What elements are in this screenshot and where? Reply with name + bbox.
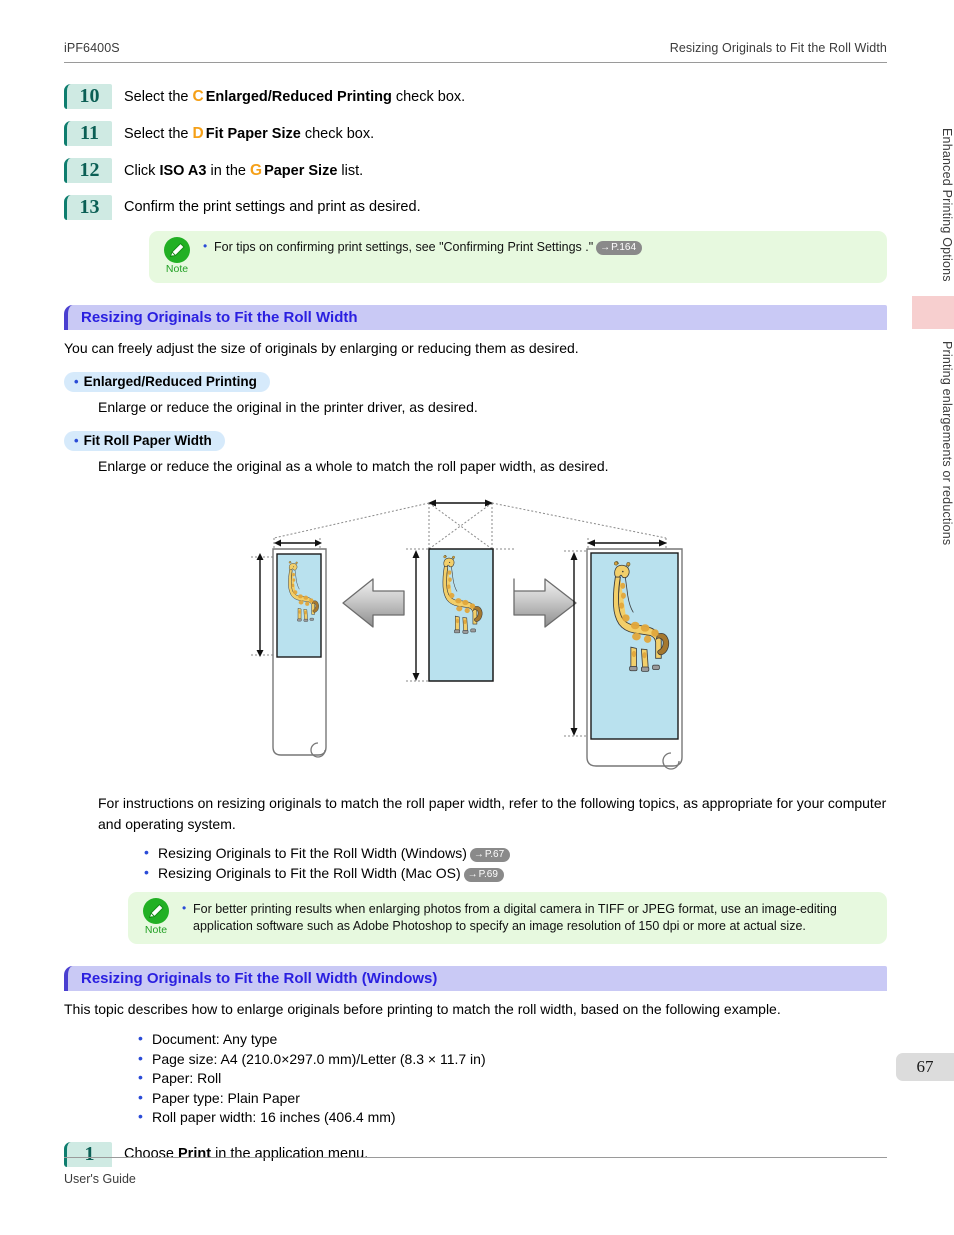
original-panel (427, 548, 494, 682)
note-icon-group: Note (157, 237, 197, 276)
feature-item-enlarged-reduced-printing: • Enlarged/Reduced Printing Enlarge or re… (64, 359, 887, 418)
list-item: Paper: Roll (138, 1068, 887, 1089)
note-icon-group: Note (136, 898, 176, 937)
note-text-body: For tips on confirming print settings, s… (214, 240, 594, 254)
step-text: Click ISO A3 in the G Paper Size list. (124, 158, 363, 184)
note-text: For tips on confirming print settings, s… (203, 238, 877, 256)
step-tag-letter: G (250, 162, 263, 179)
step-text: Select the C Enlarged/Reduced Printing ch… (124, 84, 465, 110)
note-pencil-icon (164, 237, 190, 263)
feature-title: Fit Roll Paper Width (83, 433, 212, 448)
running-header: iPF6400S Resizing Originals to Fit the R… (64, 41, 887, 55)
section-heading-resizing-roll-width: Resizing Originals to Fit the Roll Width (64, 305, 887, 330)
page-number-tab: 67 (896, 1053, 954, 1081)
list-item: Page size: A4 (210.0×297.0 mm)/Letter (8… (138, 1049, 887, 1070)
header-topic: Resizing Originals to Fit the Roll Width (669, 41, 887, 55)
page-ref-label: P.164 (611, 242, 637, 253)
header-rule (64, 62, 887, 63)
arrow-right-icon: → (467, 869, 478, 880)
feature-pill: • Enlarged/Reduced Printing (64, 372, 270, 392)
side-tab-enhanced-printing-options: Enhanced Printing Options (940, 128, 954, 282)
link-label[interactable]: Resizing Originals to Fit the Roll Width… (158, 845, 467, 861)
document-page: iPF6400S Resizing Originals to Fit the R… (0, 0, 954, 1235)
step-text-pre: Choose (124, 1145, 179, 1162)
note-box-image-resolution: Note For better printing results when en… (128, 892, 887, 944)
bullet-dot-icon: • (74, 433, 79, 448)
step-text-pre: Select the (124, 126, 193, 142)
arrow-right-icon: → (473, 849, 484, 860)
step-tag-letter: D (192, 125, 204, 142)
list-item: Roll paper width: 16 inches (406.4 mm) (138, 1107, 887, 1128)
page-ref-label: P.67 (484, 849, 505, 860)
footer-guide-label: User's Guide (64, 1172, 136, 1186)
side-tab-label: Printing enlargements or reductions (940, 341, 954, 546)
step-number-badge: 13 (64, 195, 112, 220)
step-number-badge: 11 (64, 121, 112, 146)
list-item: Paper type: Plain Paper (138, 1088, 887, 1109)
step-tag-letter: C (192, 88, 204, 105)
feature-item-fit-roll-paper-width: • Fit Roll Paper Width Enlarge or reduce … (64, 418, 887, 477)
step-number-badge: 10 (64, 84, 112, 109)
reduce-arrow-left (341, 578, 405, 628)
reduced-roll-panel (271, 548, 327, 758)
step-text: Select the D Fit Paper Size check box. (124, 121, 374, 147)
bullet-dot-icon: • (74, 374, 79, 389)
side-tab-label: Enhanced Printing Options (940, 128, 954, 282)
feature-desc: Enlarge or reduce the original as a whol… (98, 458, 609, 474)
step-10: 10 Select the C Enlarged/Reduced Printing… (64, 84, 887, 110)
step-text-bold: Paper Size (264, 163, 338, 179)
step-13: 13 Confirm the print settings and print … (64, 195, 887, 220)
page-ref-chip[interactable]: →P.69 (463, 868, 504, 882)
step-11: 11 Select the D Fit Paper Size check box. (64, 121, 887, 147)
note-pencil-icon (143, 898, 169, 924)
roll-width-resize-diagram (64, 491, 887, 781)
note-text: For better printing results when enlargi… (182, 900, 877, 935)
step-text-pre: Click (124, 163, 160, 179)
link-label[interactable]: Resizing Originals to Fit the Roll Width… (158, 865, 461, 881)
step-text-post: check box. (300, 126, 375, 142)
step-12: 12 Click ISO A3 in the G Paper Size list. (64, 158, 887, 184)
step-number-badge: 12 (64, 158, 112, 183)
related-topics-list: Resizing Originals to Fit the Roll Width… (104, 843, 887, 883)
footer-rule (64, 1157, 887, 1158)
content-column: 10 Select the C Enlarged/Reduced Printing… (64, 84, 887, 1178)
step-text-bold-first: ISO A3 (159, 163, 207, 179)
step-text-post: list. (337, 163, 364, 179)
step-text-bold: Fit Paper Size (205, 126, 301, 142)
step-text-pre: Confirm the print settings and print as … (124, 199, 421, 215)
step-text-bold: Enlarged/Reduced Printing (205, 89, 392, 105)
note-box-confirming-print-settings: Note For tips on confirming print settin… (149, 231, 887, 283)
side-tab-printing-enlargements: Printing enlargements or reductions (940, 341, 954, 545)
section-intro: This topic describes how to enlarge orig… (64, 1001, 781, 1017)
step-text-post: in the application menu. (211, 1145, 369, 1162)
example-spec-list: Document: Any type Page size: A4 (210.0×… (98, 1029, 887, 1128)
list-item: Document: Any type (138, 1029, 887, 1050)
note-label: Note (165, 263, 189, 275)
section-heading-resizing-roll-width-windows: Resizing Originals to Fit the Roll Width… (64, 966, 887, 991)
header-model: iPF6400S (64, 41, 120, 55)
enlarge-arrow-right (512, 578, 577, 628)
page-ref-chip[interactable]: →P.164 (596, 241, 643, 255)
step-text-post: check box. (391, 89, 466, 105)
feature-desc: Enlarge or reduce the original in the pr… (98, 399, 478, 415)
enlarged-roll-panel (585, 548, 683, 770)
arrow-right-icon: → (600, 242, 611, 253)
step-text-mid: in the (206, 163, 250, 179)
step-text-pre: Select the (124, 89, 193, 105)
step-text: Confirm the print settings and print as … (124, 195, 421, 220)
step-text-bold-first: Print (178, 1145, 212, 1162)
list-item: Resizing Originals to Fit the Roll Width… (144, 863, 887, 883)
step-number-badge: 1 (64, 1141, 112, 1167)
side-tab-marker (912, 296, 954, 329)
feature-pill: • Fit Roll Paper Width (64, 431, 225, 451)
list-item: Resizing Originals to Fit the Roll Width… (144, 843, 887, 863)
step-1: 1 Choose Print in the application menu. (64, 1141, 887, 1167)
after-figure-paragraph: For instructions on resizing originals t… (98, 795, 887, 832)
section-intro: You can freely adjust the size of origin… (64, 340, 579, 356)
step-text: Choose Print in the application menu. (124, 1142, 368, 1167)
page-ref-label: P.69 (478, 869, 498, 880)
feature-title: Enlarged/Reduced Printing (83, 374, 257, 389)
note-label: Note (144, 924, 168, 936)
page-ref-chip[interactable]: →P.67 (469, 848, 511, 862)
